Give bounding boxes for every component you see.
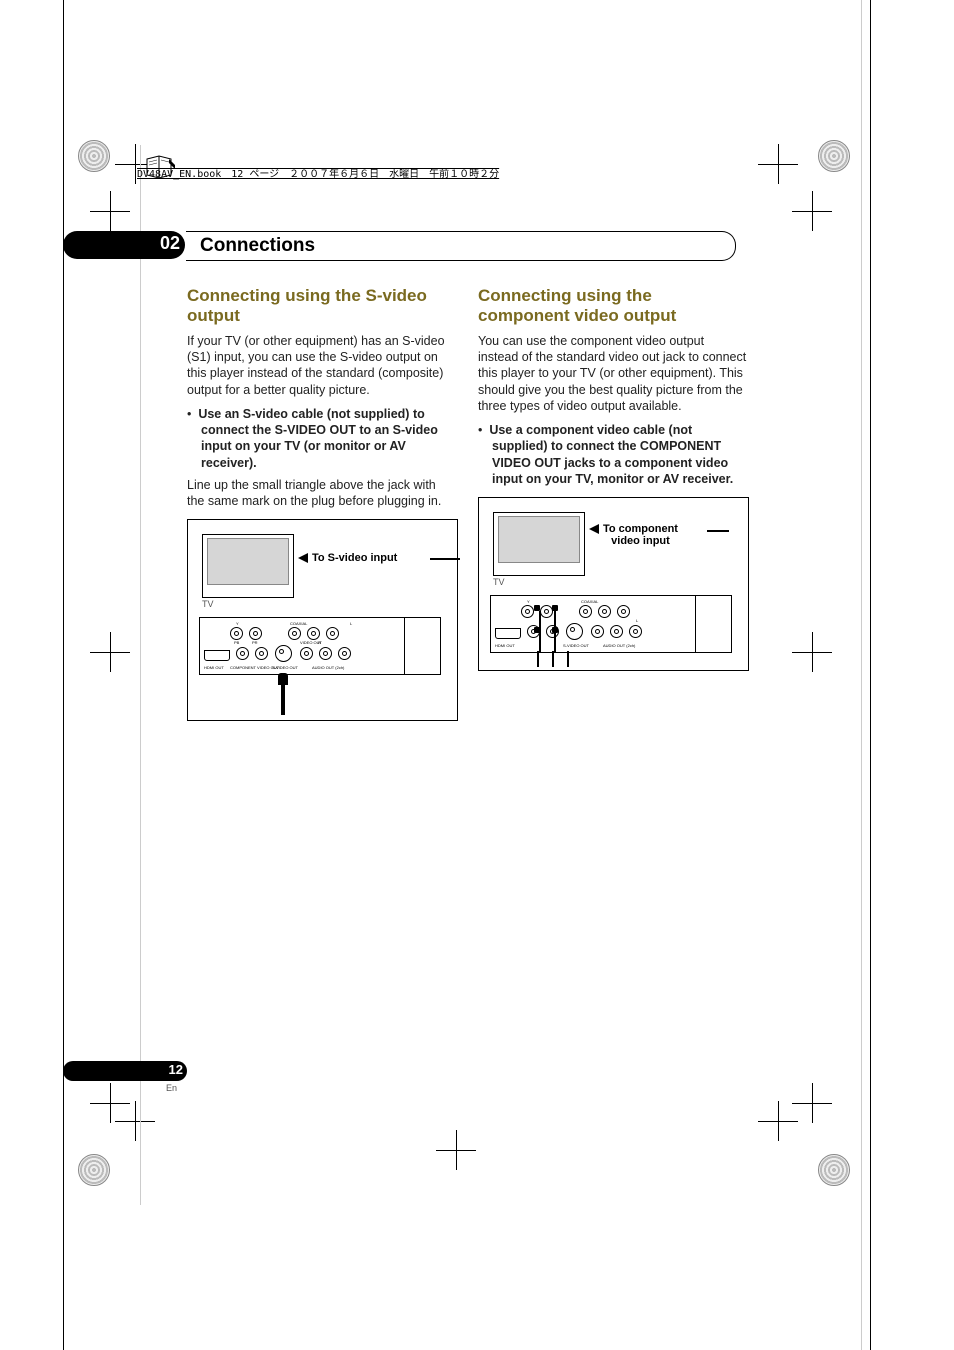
- page-number-wrap: 12 En: [63, 1061, 187, 1081]
- arrow-left-icon: [298, 553, 308, 563]
- jack: [629, 625, 642, 638]
- panel-perspective: [404, 617, 441, 675]
- svideo-para-1: If your TV (or other equipment) has an S…: [187, 333, 456, 398]
- cable-ext: [537, 651, 539, 667]
- svideo-bullet-text: Use an S-video cable (not supplied) to c…: [198, 407, 438, 470]
- chapter-title-wrap: Connections: [186, 231, 736, 261]
- jack: [326, 627, 339, 640]
- tv-label: TV: [493, 577, 505, 589]
- jack: [236, 647, 249, 660]
- trim-line-left-inner: [140, 145, 141, 1205]
- arrow-left-icon: [589, 524, 599, 534]
- svideo-bullet: • Use an S-video cable (not supplied) to…: [187, 406, 456, 471]
- rear-panel-svideo: Y COAXIAL L: [199, 617, 441, 675]
- header-text: DV48AV_EN.book 12 ページ ２００７年６月６日 水曜日 午前１０…: [135, 169, 501, 180]
- label-video: VIDEO OUT: [300, 640, 322, 645]
- jack: [521, 605, 534, 618]
- tv-icon: [202, 534, 294, 598]
- svideo-jack: [566, 623, 583, 640]
- callout-line: [430, 558, 460, 560]
- chapter-number: 02: [160, 233, 180, 254]
- tv-label: TV: [202, 599, 214, 611]
- section-heading-svideo: Connecting using the S-video output: [187, 286, 456, 327]
- jack: [617, 605, 630, 618]
- panel-perspective: [695, 595, 732, 653]
- jack: [598, 605, 611, 618]
- jack: [579, 605, 592, 618]
- trim-line-left: [63, 0, 64, 1350]
- label-pr: PR: [252, 640, 258, 645]
- section-heading-component: Connecting using the component video out…: [478, 286, 747, 327]
- crop-ornament-bl: [78, 1154, 110, 1186]
- label-audio: AUDIO OUT (2ch): [603, 643, 635, 648]
- header-filename-line: DV48AV_EN.book 12 ページ ２００７年６月６日 水曜日 午前１０…: [135, 165, 501, 180]
- trim-line-right-inner: [861, 0, 862, 1350]
- tv-screen: [207, 538, 289, 585]
- jack: [230, 627, 243, 640]
- svideo-jack: [275, 645, 292, 662]
- trim-line-right: [870, 0, 871, 1350]
- page-number: 12: [169, 1062, 183, 1077]
- component-callout-text-1: To component: [603, 523, 678, 535]
- label-coax: COAXIAL: [581, 599, 598, 604]
- jack: [307, 627, 320, 640]
- jack: [249, 627, 262, 640]
- component-callout: To component video input: [589, 523, 678, 547]
- crop-ornament-tl: [78, 140, 110, 172]
- hdmi-jack: [204, 650, 230, 661]
- component-para-1: You can use the component video output i…: [478, 333, 747, 414]
- label-hdmi: HDMI OUT: [204, 665, 224, 670]
- label-l: L: [636, 618, 638, 623]
- crop-ornament-br: [818, 1154, 850, 1186]
- label-y: Y: [236, 621, 239, 626]
- tv-screen: [498, 516, 580, 563]
- label-svideo: S-VIDEO OUT: [272, 665, 298, 670]
- jack: [319, 647, 332, 660]
- svideo-callout: To S-video input: [298, 551, 397, 565]
- component-callout-text-2: video input: [603, 535, 678, 547]
- cable-ext: [552, 651, 554, 667]
- jack: [255, 647, 268, 660]
- cable: [539, 633, 541, 653]
- component-bullet: • Use a component video cable (not suppl…: [478, 422, 747, 487]
- callout-line: [707, 530, 729, 532]
- chapter-title: Connections: [200, 235, 315, 257]
- label-y: Y: [527, 599, 530, 604]
- tv-icon: [493, 512, 585, 576]
- hdmi-jack: [495, 628, 521, 639]
- label-svideo: S-VIDEO OUT: [563, 643, 589, 648]
- svideo-cable: [281, 685, 285, 715]
- cable: [554, 611, 556, 653]
- component-diagram: TV To component video input Y COAXIAL: [478, 497, 749, 671]
- label-hdmi: HDMI OUT: [495, 643, 515, 648]
- jack: [610, 625, 623, 638]
- svideo-para-2: Line up the small triangle above the jac…: [187, 477, 456, 510]
- right-column: Connecting using the component video out…: [478, 286, 747, 721]
- jack: [591, 625, 604, 638]
- crop-ornament-tr: [818, 140, 850, 172]
- label-coax: COAXIAL: [290, 621, 307, 626]
- rear-panel-component: Y COAXIAL: [490, 595, 732, 653]
- svideo-plug: [278, 673, 288, 685]
- component-bullet-text: Use a component video cable (not supplie…: [489, 423, 733, 486]
- jack: [288, 627, 301, 640]
- label-pb: PB: [234, 640, 239, 645]
- jack: [338, 647, 351, 660]
- label-audio: AUDIO OUT (2ch): [312, 665, 344, 670]
- svideo-diagram: TV To S-video input Y COAXIAL L: [187, 519, 458, 721]
- label-l: L: [350, 621, 352, 626]
- svideo-callout-text: To S-video input: [312, 552, 397, 564]
- cable-ext: [567, 651, 569, 667]
- language-indicator: En: [166, 1083, 177, 1093]
- left-column: Connecting using the S-video output If y…: [187, 286, 456, 721]
- jack: [300, 647, 313, 660]
